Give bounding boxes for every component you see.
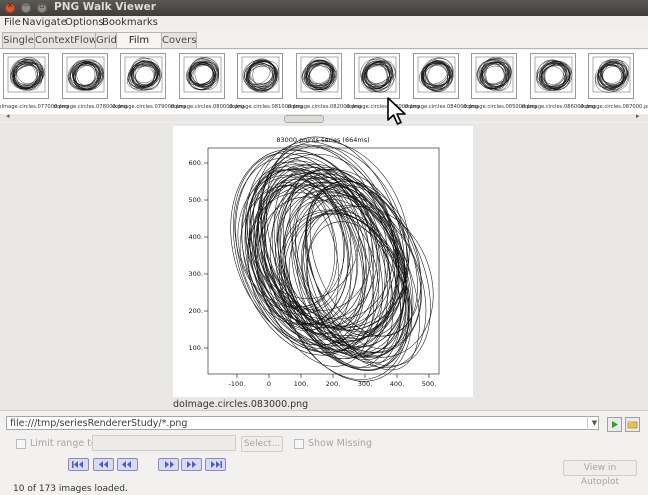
x-tick-label: 400. [390,380,404,388]
menu-navigate[interactable]: Navigate [22,17,67,28]
path-dropdown-icon[interactable]: ▼ [587,416,601,430]
path-input[interactable]: file:///tmp/seriesRendererStudy/*.png [6,416,599,430]
menu-file[interactable]: File [4,17,21,28]
film-strip-thumbnail[interactable] [120,53,166,99]
x-tick-label: 200. [326,380,340,388]
image-caption: doImage.circles.083000.png [173,399,309,410]
scroll-thumb[interactable] [284,115,324,123]
thumbnail-label: doImage.circles.087000.png [580,104,648,110]
film-strip-thumbnail[interactable] [295,53,342,99]
film-strip-thumbnail[interactable] [471,53,517,99]
menu-bar: File Navigate Options Bookmarks [0,16,648,30]
image-viewer: 83000 points series (664ms) -100. 0 100. 200… [0,123,648,410]
main-image: 83000 points series (664ms) -100. 0 100. 200… [173,126,473,397]
thumbnail-label: doImage.circles.085000.png [463,104,537,110]
film-strip-thumbnail[interactable] [529,53,576,99]
tab-grid[interactable]: Grid [95,32,117,48]
film-strip-thumbnail[interactable] [237,53,283,99]
scroll-right-icon[interactable]: ▸ [636,112,640,120]
film-strip-thumbnail[interactable] [588,53,634,99]
y-tick-label: 300. [189,270,203,278]
y-tick-label: 200. [189,307,203,315]
film-strip-thumbnail[interactable] [412,53,459,99]
tab-single[interactable]: Single [2,32,35,48]
x-tick-label: 500. [422,380,436,388]
thumbnail-label: doImage.circles.080000.png [170,104,245,110]
limit-range-label: Limit range to: [30,438,100,449]
x-tick-label: -100. [229,380,246,388]
thumbnail-label: doImage.circles.081000.png [229,104,303,110]
select-button[interactable]: Select... [241,436,283,452]
thumbnail-label: doImage.circles.077000.png [0,104,69,110]
range-input[interactable] [92,435,236,451]
x-tick-label: 0 [267,380,271,388]
thumbnail-label: doImage.circles.078000.png [53,104,128,110]
pointer-cursor-icon [386,97,410,130]
limit-range-checkbox[interactable] [16,439,26,449]
minimize-icon[interactable]: – [21,1,31,13]
forward-icon[interactable] [158,458,179,471]
show-missing-checkbox[interactable] [294,439,304,449]
thumbnail-label: doImage.circles.079000.png [112,104,186,110]
control-panel: file:///tmp/seriesRendererStudy/*.png ▼ … [0,410,648,495]
status-text: 10 of 173 images loaded. [13,484,128,494]
menu-bookmarks[interactable]: Bookmarks [102,17,158,28]
film-strip-scrollbar[interactable]: ◂ ▸ [0,112,648,123]
folder-icon[interactable] [625,417,640,432]
film-strip-thumbnail[interactable] [61,53,108,99]
show-missing-label: Show Missing [308,438,373,449]
view-in-autoplot-button[interactable]: View in Autoplot [563,460,637,487]
x-tick-label: 300. [358,380,372,388]
tab-film-strip[interactable]: Film Strip [116,32,162,61]
menu-options[interactable]: Options [65,17,104,28]
film-strip-thumbnail[interactable] [354,53,400,99]
y-tick-label: 500. [189,196,203,204]
scroll-left-icon[interactable]: ◂ [6,112,10,120]
tab-divider [0,48,648,49]
page-back-icon[interactable] [93,458,114,471]
back-icon[interactable] [117,458,138,471]
y-tick-label: 100. [189,344,203,352]
page-forward-icon[interactable] [181,458,202,471]
thumbnail-label: doImage.circles.084000.png [404,104,479,110]
tab-covers[interactable]: Covers [161,32,197,48]
thumbnail-label: doImage.circles.086000.png [521,104,596,110]
first-icon[interactable] [68,458,89,471]
y-tick-label: 400. [189,233,203,241]
close-icon[interactable]: ✕ [5,1,15,13]
film-strip-thumbnail[interactable] [3,53,49,99]
x-tick-label: 100. [294,380,308,388]
title-bar: ✕ – ▫ PNG Walk Viewer [0,0,648,16]
play-icon[interactable] [607,417,622,432]
window-title: PNG Walk Viewer [54,1,156,13]
film-strip: doImage.circles.077000.png doImage.circle… [0,50,648,116]
maximize-icon[interactable]: ▫ [37,1,47,13]
last-icon[interactable] [205,458,226,471]
tab-contextflow[interactable]: ContextFlow [34,32,97,48]
film-strip-thumbnail[interactable] [178,53,225,99]
thumbnail-label: doImage.circles.082000.png [287,104,362,110]
plot-title: 83000 points series (664ms) [276,136,369,144]
y-tick-label: 600. [189,159,203,167]
